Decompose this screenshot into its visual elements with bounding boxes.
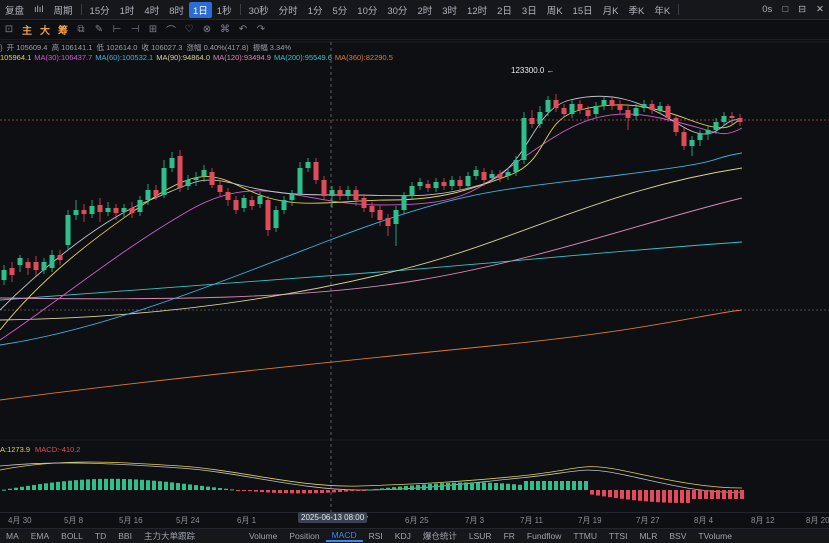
- x-axis-tick: 8月 12: [751, 516, 775, 525]
- sub-indicator-tab[interactable]: 爆仓统计: [417, 530, 463, 542]
- main-indicator-tab[interactable]: 主力大单跟踪: [138, 530, 201, 542]
- sub-indicator-tab[interactable]: LSUR: [463, 531, 498, 541]
- main-indicator-tab[interactable]: BBI: [112, 531, 138, 541]
- main-indicator-tab[interactable]: TD: [89, 531, 112, 541]
- sub-indicator-tab[interactable]: Volume: [243, 531, 283, 541]
- sub-indicator-tab[interactable]: Position: [283, 531, 325, 541]
- sub-indicator-tab[interactable]: TVolume: [692, 531, 738, 541]
- chart-grid: [0, 41, 829, 441]
- x-axis-tick: 8月 20: [806, 516, 829, 525]
- x-axis-tick: 7月 3: [465, 516, 485, 525]
- indicator-bar: MA EMA BOLL TD BBI 主力大单跟踪 Volume Position MACD RS…: [0, 528, 829, 543]
- x-axis-tick: 7月 19: [578, 516, 602, 525]
- x-axis-tick: 7月 11: [520, 516, 543, 525]
- x-axis: 4月 305月 85月 165月 246月 176月 257月 37月 117月…: [0, 512, 829, 527]
- peak-price-label: 123300.0 ←: [511, 66, 555, 75]
- sub-indicator-tab[interactable]: TTSI: [603, 531, 633, 541]
- sub-indicator-tab[interactable]: MACD: [325, 530, 363, 542]
- macd-panel: [0, 461, 744, 503]
- sub-indicator-tab[interactable]: FR: [498, 531, 521, 541]
- macd-legend: A:1273.9 MACD:-410.2: [0, 445, 85, 454]
- sub-indicator-tab[interactable]: MLR: [633, 531, 663, 541]
- ma-lines: [0, 95, 743, 401]
- sub-indicator-tab[interactable]: TTMU: [567, 531, 603, 541]
- x-axis-tick: 6月 1: [237, 516, 257, 525]
- crosshair-date-label: 2025-06-13 08:00: [298, 512, 368, 523]
- main-indicator-tab[interactable]: MA: [0, 531, 25, 541]
- kline-chart[interactable]: [0, 0, 829, 512]
- peak-price-text: 123300.0: [511, 66, 545, 75]
- main-indicator-tab[interactable]: EMA: [25, 531, 55, 541]
- macd-legend-item: A:1273.9: [0, 445, 31, 454]
- x-axis-tick: 7月 27: [636, 516, 660, 525]
- macd-legend-item: MACD:-410.2: [35, 445, 81, 454]
- sub-indicator-tab[interactable]: KDJ: [389, 531, 417, 541]
- x-axis-tick: 8月 4: [694, 516, 714, 525]
- sub-indicator-tab[interactable]: RSI: [363, 531, 389, 541]
- x-axis-tick: 5月 16: [119, 516, 143, 525]
- sub-indicator-tab[interactable]: Fundflow: [521, 531, 568, 541]
- main-indicator-tab[interactable]: BOLL: [55, 531, 89, 541]
- x-axis-tick: 6月 25: [405, 516, 429, 525]
- x-axis-tick: 5月 8: [64, 516, 84, 525]
- x-axis-tick: 5月 24: [176, 516, 200, 525]
- x-axis-tick: 4月 30: [8, 516, 32, 525]
- candles: [1, 94, 743, 285]
- sub-indicator-tab[interactable]: BSV: [663, 531, 692, 541]
